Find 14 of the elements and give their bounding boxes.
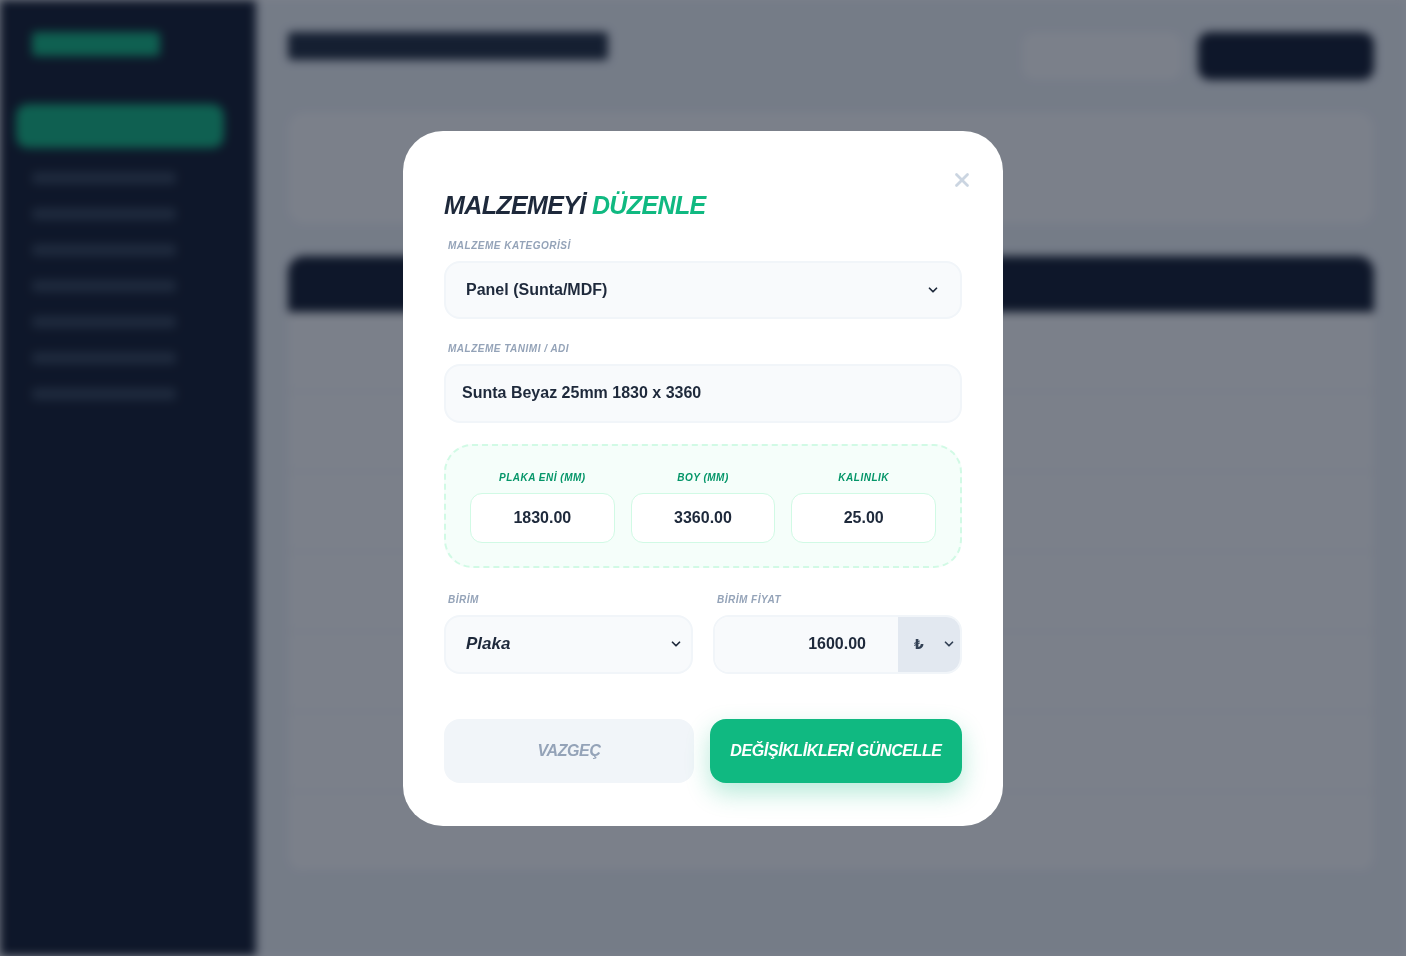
dimension-input[interactable]: 25.00 <box>791 492 936 543</box>
field-label: MALZEME TANIMI / ADI <box>447 341 571 356</box>
dimension-input[interactable]: 1830.00 <box>470 492 615 543</box>
field-label: KALINLIK <box>837 470 890 485</box>
dimension-input[interactable]: 3360.00 <box>630 492 776 543</box>
dialog-title: MALZEMEYİ DÜZENLE <box>444 192 708 218</box>
category-select[interactable]: Panel (Sunta/MDF) <box>444 260 962 319</box>
field-label: BOY (MM) <box>676 470 730 485</box>
unit-select[interactable]: Plaka <box>444 614 693 674</box>
field-label: PLAKA ENİ (MM) <box>498 470 587 485</box>
field-label: MALZEME KATEGORİSİ <box>447 238 572 253</box>
name-input[interactable]: Sunta Beyaz 25mm 1830 x 3360 <box>444 363 962 423</box>
field-label: BİRİM <box>447 592 480 607</box>
field-label: BİRİM FİYAT <box>716 592 783 607</box>
